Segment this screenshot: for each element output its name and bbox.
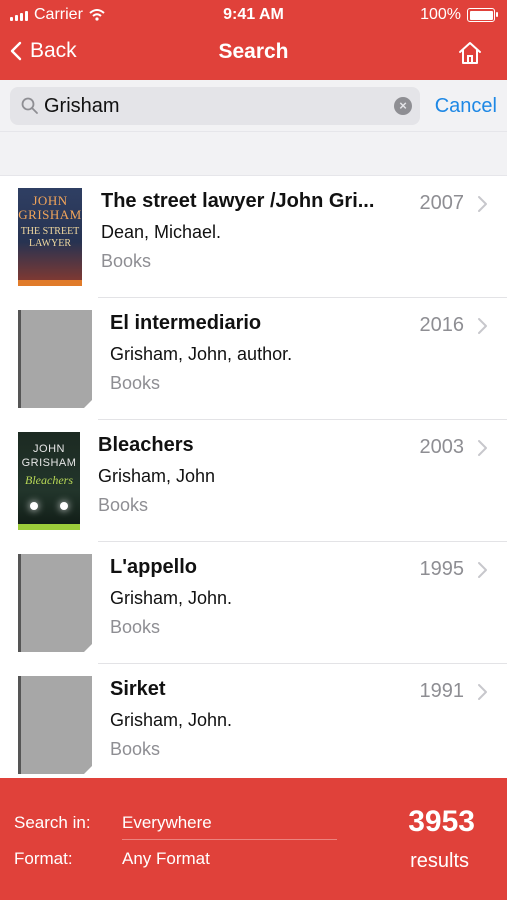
battery-icon (467, 8, 498, 22)
battery-percent: 100% (420, 6, 461, 23)
item-author: Grisham, John (98, 466, 216, 486)
item-type: Books (110, 617, 161, 637)
chevron-right-icon (478, 562, 487, 578)
search-in-label: Search in: (14, 813, 91, 832)
item-year: 2007 (419, 192, 465, 214)
chevron-right-icon (478, 440, 487, 456)
search-bar: × Cancel (0, 80, 507, 132)
top-bar: Carrier 9:41 AM 100% Back Search (0, 0, 507, 80)
cover-author: JOHN GRISHAM (18, 193, 82, 222)
clear-search-icon[interactable]: × (394, 97, 412, 115)
item-year: 1991 (419, 680, 465, 702)
status-bar: Carrier 9:41 AM 100% (0, 0, 507, 30)
list-item[interactable]: JOHN GRISHAM Bleachers Bleachers Grisham… (0, 420, 507, 542)
list-item[interactable]: El intermediario Grisham, John, author. … (0, 298, 507, 420)
item-author: Grisham, John. (110, 710, 233, 730)
list-item[interactable]: L'appello Grisham, John. Books 1995 (0, 542, 507, 664)
cover-title: Bleachers (25, 473, 73, 487)
status-right: 100% (420, 6, 498, 24)
list-item[interactable]: Sirket Grisham, John. Books 1991 (0, 664, 507, 778)
item-author: Grisham, John, author. (110, 344, 293, 364)
search-icon (21, 97, 38, 114)
results-list[interactable]: JOHN GRISHAM THE STREET LAWYER The stree… (0, 176, 507, 778)
item-author: Dean, Michael. (101, 222, 222, 242)
nav-bar: Back Search (0, 30, 507, 80)
chevron-right-icon (478, 196, 487, 212)
item-info: El intermediario Grisham, John, author. … (110, 312, 400, 394)
search-in-value[interactable]: Everywhere (122, 813, 212, 833)
item-title: Sirket (110, 678, 166, 700)
format-label: Format: (14, 849, 73, 868)
item-title: The street lawyer /John Gri... (101, 190, 375, 212)
cancel-button[interactable]: Cancel (435, 95, 497, 118)
item-title: El intermediario (110, 312, 262, 334)
item-year: 2003 (419, 436, 465, 458)
item-info: L'appello Grisham, John. Books (110, 556, 400, 638)
item-author: Grisham, John. (110, 588, 233, 608)
page-title: Search (218, 40, 289, 63)
item-info: Sirket Grisham, John. Books (110, 678, 400, 760)
chevron-right-icon (478, 684, 487, 700)
item-title: Bleachers (98, 434, 194, 456)
item-year: 1995 (419, 558, 465, 580)
chevron-right-icon (478, 318, 487, 334)
format-value[interactable]: Any Format (122, 849, 210, 869)
item-info: The street lawyer /John Gri... Dean, Mic… (101, 190, 401, 272)
cover-author: JOHN GRISHAM (21, 443, 77, 469)
cover-title: THE STREET LAWYER (20, 226, 80, 249)
item-year: 2016 (419, 314, 465, 336)
book-cover: JOHN GRISHAM Bleachers (18, 432, 80, 530)
item-type: Books (101, 251, 152, 271)
book-cover: JOHN GRISHAM THE STREET LAWYER (18, 188, 82, 286)
item-title: L'appello (110, 556, 197, 578)
results-count-label: results (410, 850, 469, 872)
search-footer: Search in: Everywhere Format: Any Format… (0, 778, 507, 900)
book-placeholder-icon (18, 310, 92, 408)
home-icon[interactable] (457, 40, 483, 66)
list-item[interactable]: JOHN GRISHAM THE STREET LAWYER The stree… (0, 176, 507, 298)
item-type: Books (110, 373, 161, 393)
results-count: 3953 (408, 805, 475, 838)
results-header (0, 132, 507, 176)
item-type: Books (110, 739, 161, 759)
item-type: Books (98, 495, 149, 515)
book-placeholder-icon (18, 554, 92, 652)
book-placeholder-icon (18, 676, 92, 774)
search-input[interactable] (44, 92, 384, 120)
search-field: × (10, 87, 420, 125)
item-info: Bleachers Grisham, John Books (98, 434, 398, 516)
